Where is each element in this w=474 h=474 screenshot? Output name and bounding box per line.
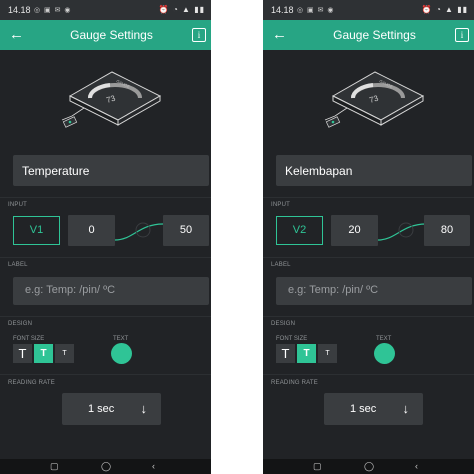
- reading-rate-label: READING RATE: [8, 380, 55, 386]
- gauge-illustration: 73 GAUGE: [61, 71, 162, 128]
- system-nav-bar: ▢ ◯ ‹: [263, 459, 474, 474]
- recents-icon[interactable]: ▢: [50, 461, 59, 472]
- label-section-label: LABEL: [271, 262, 291, 268]
- divider: [263, 316, 474, 317]
- status-bar: 14.18 ◎ ▣ ✉ ◉ ⏰ ◔ ▲ ▮▮: [263, 0, 474, 20]
- max-value-field[interactable]: 50: [163, 215, 209, 246]
- info-icon[interactable]: i: [455, 28, 469, 42]
- status-time: 14.18: [271, 5, 294, 15]
- input-section-label: INPUT: [271, 202, 290, 208]
- divider: [263, 257, 474, 258]
- label-input[interactable]: e.g: Temp: /pin/ ºC: [276, 277, 472, 305]
- text-color-label: TEXT: [113, 336, 129, 342]
- notification-icons: ◎ ▣ ✉ ◉: [34, 7, 72, 14]
- text-color-swatch[interactable]: [111, 343, 132, 364]
- font-size-large-button[interactable]: T: [13, 344, 32, 363]
- notification-icons: ◎ ▣ ✉ ◉: [297, 7, 335, 14]
- min-value-field[interactable]: 20: [331, 215, 378, 246]
- pin-select-button[interactable]: V2: [276, 216, 323, 245]
- widget-name-field[interactable]: Kelembapan: [276, 155, 472, 186]
- font-size-label: FONT SIZE: [276, 336, 308, 342]
- font-size-medium-button[interactable]: T: [34, 344, 53, 363]
- label-section-label: LABEL: [8, 262, 28, 268]
- pin-select-button[interactable]: V1: [13, 216, 60, 245]
- reading-rate-dropdown[interactable]: 1 sec ↓: [324, 393, 423, 425]
- min-value-field[interactable]: 0: [68, 215, 115, 246]
- system-nav-bar: ▢ ◯ ‹: [0, 459, 211, 474]
- design-section-label: DESIGN: [271, 321, 296, 327]
- app-bar: ← Gauge Settings i: [0, 20, 211, 50]
- reading-rate-label: READING RATE: [271, 380, 318, 386]
- arrow-down-icon: ↓: [140, 401, 148, 416]
- home-icon[interactable]: ◯: [364, 461, 374, 472]
- divider: [0, 197, 211, 198]
- widget-name-value: Kelembapan: [285, 164, 353, 178]
- text-color-label: TEXT: [376, 336, 392, 342]
- font-size-large-button[interactable]: T: [276, 344, 295, 363]
- page-title: Gauge Settings: [70, 28, 153, 42]
- divider: [263, 197, 474, 198]
- text-color-swatch[interactable]: [374, 343, 395, 364]
- mapping-curve: [115, 222, 163, 241]
- back-icon[interactable]: ‹: [415, 461, 418, 471]
- gauge-illustration: 73 GAUGE: [324, 71, 425, 128]
- status-bar: 14.18 ◎ ▣ ✉ ◉ ⏰ ◔ ▲ ▮▮: [0, 0, 211, 20]
- page-title: Gauge Settings: [333, 28, 416, 42]
- mapping-curve: [378, 222, 426, 241]
- reading-rate-dropdown[interactable]: 1 sec ↓: [62, 393, 161, 425]
- info-icon[interactable]: i: [192, 28, 206, 42]
- reading-rate-value: 1 sec: [88, 403, 115, 415]
- status-time: 14.18: [8, 5, 31, 15]
- font-size-small-button[interactable]: T: [55, 344, 74, 363]
- divider: [0, 257, 211, 258]
- back-icon[interactable]: ‹: [152, 461, 155, 471]
- divider: [263, 374, 474, 375]
- label-input-placeholder: e.g: Temp: /pin/ ºC: [288, 284, 379, 296]
- font-size-small-button[interactable]: T: [318, 344, 337, 363]
- widget-name-value: Temperature: [22, 164, 90, 178]
- phone-screen-right: 14.18 ◎ ▣ ✉ ◉ ⏰ ◔ ▲ ▮▮ ← Gauge Settings …: [263, 0, 474, 474]
- label-input-placeholder: e.g: Temp: /pin/ ºC: [25, 284, 116, 296]
- widget-name-field[interactable]: Temperature: [13, 155, 209, 186]
- font-size-medium-button[interactable]: T: [297, 344, 316, 363]
- status-icons: ⏰ ◔ ▲ ▮▮: [159, 5, 205, 14]
- label-input[interactable]: e.g: Temp: /pin/ ºC: [13, 277, 209, 305]
- font-size-label: FONT SIZE: [13, 336, 45, 342]
- signal-icons: ⏰ ◔ ▲ ▮▮: [158, 5, 205, 14]
- phone-screen-left: 14.18 ◎ ▣ ✉ ◉ ⏰ ◔ ▲ ▮▮ ← Gauge Settings …: [0, 0, 211, 474]
- home-icon[interactable]: ◯: [101, 461, 111, 472]
- reading-rate-value: 1 sec: [350, 403, 377, 415]
- recents-icon[interactable]: ▢: [313, 461, 322, 472]
- arrow-down-icon: ↓: [402, 401, 410, 416]
- divider: [0, 316, 211, 317]
- signal-icons: ⏰ ◔ ▲ ▮▮: [421, 5, 468, 14]
- app-bar: ← Gauge Settings i: [263, 20, 474, 50]
- divider: [0, 374, 211, 375]
- status-icons: ⏰ ◔ ▲ ▮▮: [422, 5, 468, 14]
- max-value-field[interactable]: 80: [424, 215, 470, 246]
- input-section-label: INPUT: [8, 202, 27, 208]
- design-section-label: DESIGN: [8, 321, 33, 327]
